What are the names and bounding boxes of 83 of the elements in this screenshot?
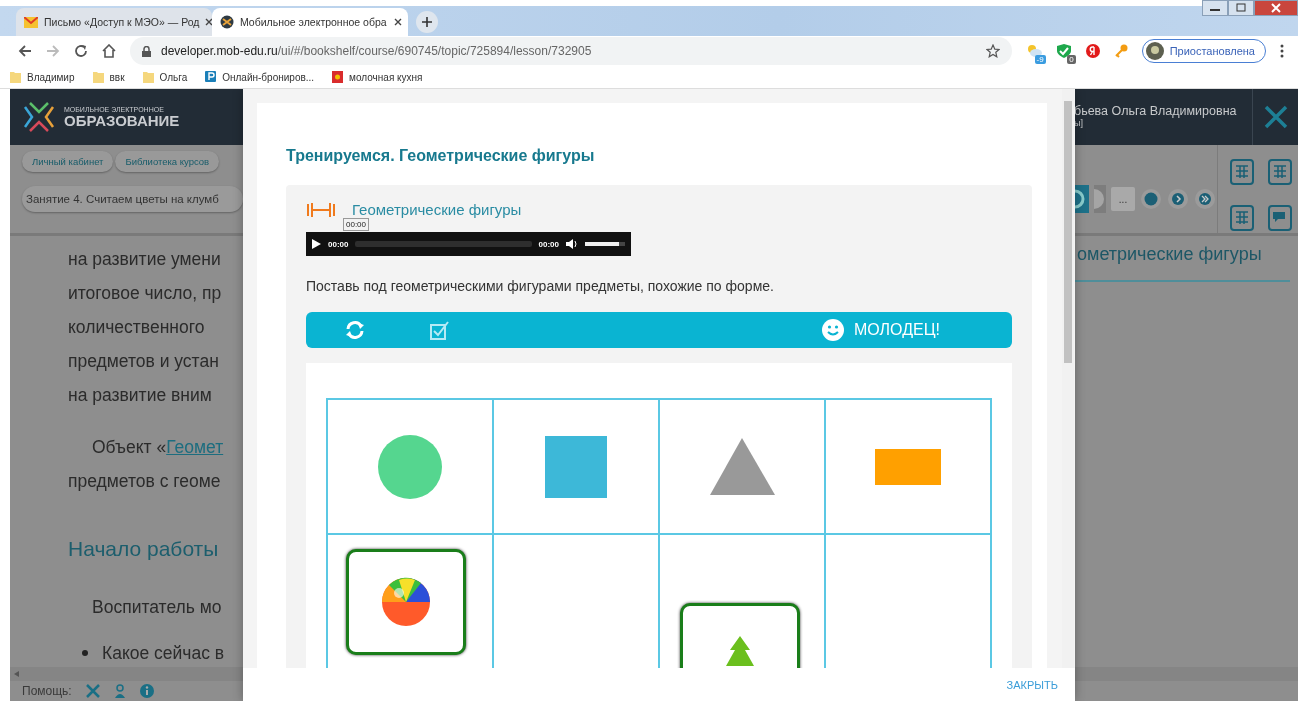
body-text: предметов и устан: [68, 350, 220, 373]
tab-title: Мобильное электронное обра: [240, 16, 388, 28]
bullet-icon: [82, 650, 88, 656]
logo-icon: [22, 101, 56, 133]
checkbox-tick-icon[interactable]: [430, 320, 452, 340]
help-label: Помощь:: [22, 684, 72, 698]
extension-badge: 0: [1067, 55, 1076, 64]
tab-title: Письмо «Доступ к МЭО» — Род: [44, 16, 200, 28]
home-icon[interactable]: [102, 44, 116, 58]
bookmark[interactable]: Владимир: [10, 71, 75, 83]
logo-title: ОБРАЗОВАНИЕ: [64, 113, 181, 128]
bookmark[interactable]: Онлайн-брониров...: [205, 71, 315, 83]
yandex-icon[interactable]: [1085, 44, 1100, 58]
table-icon[interactable]: [1230, 205, 1254, 231]
answer-card[interactable]: [346, 549, 466, 655]
bookmark[interactable]: Ольга: [142, 71, 188, 83]
list-item: Какое сейчас в: [102, 642, 225, 665]
reload-icon[interactable]: [74, 44, 88, 58]
extension-badge: -9: [1034, 55, 1046, 64]
body-text: Воспитатель мо: [91, 596, 223, 619]
back-icon[interactable]: [18, 44, 32, 58]
feedback-message: МОЛОДЕЦ!: [854, 321, 940, 339]
chat-icon[interactable]: [1268, 205, 1292, 231]
body-text: на развитие вним: [68, 384, 213, 407]
user-name: бьева Ольга Владимировна: [1074, 105, 1238, 119]
url-text: developer.mob-edu.ru/ui/#/bookshelf/course/690745/topic/725894/lesson/732905: [161, 44, 593, 58]
browser-tab[interactable]: Мобильное электронное обра: [212, 8, 408, 36]
lock-icon: [142, 45, 151, 57]
tools-icon[interactable]: [85, 684, 100, 698]
duration-time: 00:00: [538, 239, 559, 249]
forward-icon[interactable]: [46, 44, 60, 58]
envelope-icon: [24, 16, 38, 28]
bookmark[interactable]: молочная кухня: [332, 71, 423, 83]
body-text: количественного: [68, 316, 206, 339]
calendar-grid-icon[interactable]: [1268, 159, 1292, 185]
fir-tree-drawing: [726, 636, 754, 666]
user-role: ы]: [1074, 118, 1084, 129]
folder-icon: [10, 71, 21, 83]
lesson-selector[interactable]: Занятие 4. Считаем цветы на клумб: [22, 186, 243, 212]
browser-tab[interactable]: Письмо «Доступ к МЭО» — Род: [16, 8, 212, 36]
p-letter-icon: [205, 71, 217, 83]
new-tab-icon[interactable]: [416, 11, 438, 33]
close-icon[interactable]: [394, 18, 402, 26]
play-icon[interactable]: [312, 239, 321, 249]
address-bar[interactable]: developer.mob-edu.ru/ui/#/bookshelf/course/690745/topic/725894/lesson/732905: [130, 37, 1012, 65]
site-logo-icon: [220, 15, 234, 29]
close-icon[interactable]: [1254, 0, 1298, 16]
key-icon[interactable]: [1113, 44, 1128, 58]
volume-icon[interactable]: [566, 239, 578, 249]
shield-icon[interactable]: [1055, 43, 1072, 59]
weather-icon[interactable]: [1025, 43, 1042, 59]
beach-ball-drawing: [381, 577, 431, 627]
time-tooltip: 00:00: [343, 218, 370, 231]
body-text: на развитие умени: [68, 248, 222, 271]
page-button-icon[interactable]: [1094, 185, 1106, 213]
star-icon[interactable]: [985, 44, 1000, 58]
body-text: Объект «Геомет: [91, 436, 225, 459]
user-support-icon[interactable]: [113, 684, 126, 698]
current-time: 00:00: [328, 239, 349, 249]
info-icon[interactable]: [139, 684, 154, 698]
page-button[interactable]: ...: [1111, 187, 1135, 211]
dumbbell-icon: [306, 201, 336, 218]
folder-icon: [142, 71, 154, 83]
scroll-left-icon[interactable]: [14, 671, 19, 677]
current-page-icon[interactable]: [1075, 185, 1089, 213]
menu-icon[interactable]: [1280, 44, 1284, 58]
smiley-icon: [822, 319, 844, 341]
emblem-icon: [332, 71, 344, 83]
body-text: предметов с геоме: [68, 470, 222, 493]
avatar-icon: [1145, 42, 1164, 60]
instruction-text: Поставь под геометрическими фигурами предметы, похожие по форме.: [306, 278, 775, 294]
dialog-title: Тренируемся. Геометрические фигуры: [286, 147, 596, 165]
body-text: итоговое число, пр: [68, 282, 223, 305]
minimize-icon[interactable]: [1202, 0, 1228, 16]
progress-track[interactable]: [355, 241, 532, 247]
section-heading: Начало работы: [68, 536, 220, 562]
exercise-title: Геометрические фигуры: [352, 201, 522, 218]
page-dot-icon[interactable]: [1140, 188, 1162, 210]
next-icon[interactable]: [1167, 188, 1189, 210]
scrollbar-thumb[interactable]: [1064, 101, 1072, 363]
folder-icon: [92, 71, 104, 83]
last-icon[interactable]: [1194, 188, 1216, 210]
bookmark[interactable]: ввк: [92, 71, 125, 83]
